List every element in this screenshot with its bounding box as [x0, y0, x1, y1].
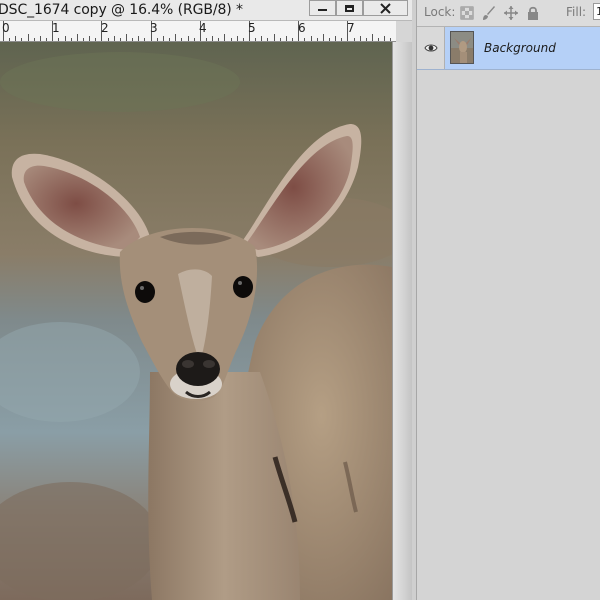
- document-title-bar[interactable]: DSC_1674 copy @ 16.4% (RGB/8) *: [0, 0, 412, 21]
- fill-label: Fill:: [566, 5, 587, 19]
- lock-label: Lock:: [424, 5, 456, 19]
- lock-image-pixels-icon[interactable]: [481, 5, 497, 21]
- image-canvas[interactable]: [0, 42, 392, 600]
- vertical-scrollbar[interactable]: [392, 42, 412, 600]
- document-title: DSC_1674 copy @ 16.4% (RGB/8) *: [0, 2, 243, 18]
- minimize-icon: [318, 9, 327, 11]
- ruler-label: 1: [52, 21, 60, 35]
- ruler-label: 6: [298, 21, 306, 35]
- ruler-label: 0: [2, 21, 10, 35]
- minimize-button[interactable]: [309, 0, 336, 16]
- layer-row-background[interactable]: Background: [417, 27, 600, 70]
- close-x-icon: [380, 2, 391, 14]
- lock-all-icon[interactable]: [525, 5, 541, 21]
- layer-thumbnail: [450, 31, 474, 64]
- ruler-label: 7: [347, 21, 355, 35]
- layer-name[interactable]: Background: [484, 41, 556, 55]
- lock-position-icon[interactable]: [503, 5, 519, 21]
- maximize-icon: [345, 4, 354, 12]
- ruler-label: 5: [248, 21, 256, 35]
- fill-field[interactable]: 1: [593, 3, 600, 20]
- ruler-label: 4: [199, 21, 207, 35]
- close-button[interactable]: [363, 0, 408, 16]
- lock-toolbar: Lock: Fill: 1: [417, 0, 600, 27]
- eye-icon: [423, 44, 438, 52]
- document-window: DSC_1674 copy @ 16.4% (RGB/8) * 0 1 2 3 …: [0, 0, 412, 600]
- layer-visibility-toggle[interactable]: [417, 27, 445, 69]
- ruler-label: 2: [101, 21, 109, 35]
- ruler-label: 3: [150, 21, 158, 35]
- horizontal-ruler[interactable]: 0 1 2 3 4 5 6 7: [0, 21, 396, 42]
- lock-transparent-pixels-icon[interactable]: [459, 5, 475, 21]
- maximize-button[interactable]: [336, 0, 363, 16]
- layers-panel: Lock: Fill: 1: [417, 0, 600, 600]
- deer-photo: [0, 42, 392, 600]
